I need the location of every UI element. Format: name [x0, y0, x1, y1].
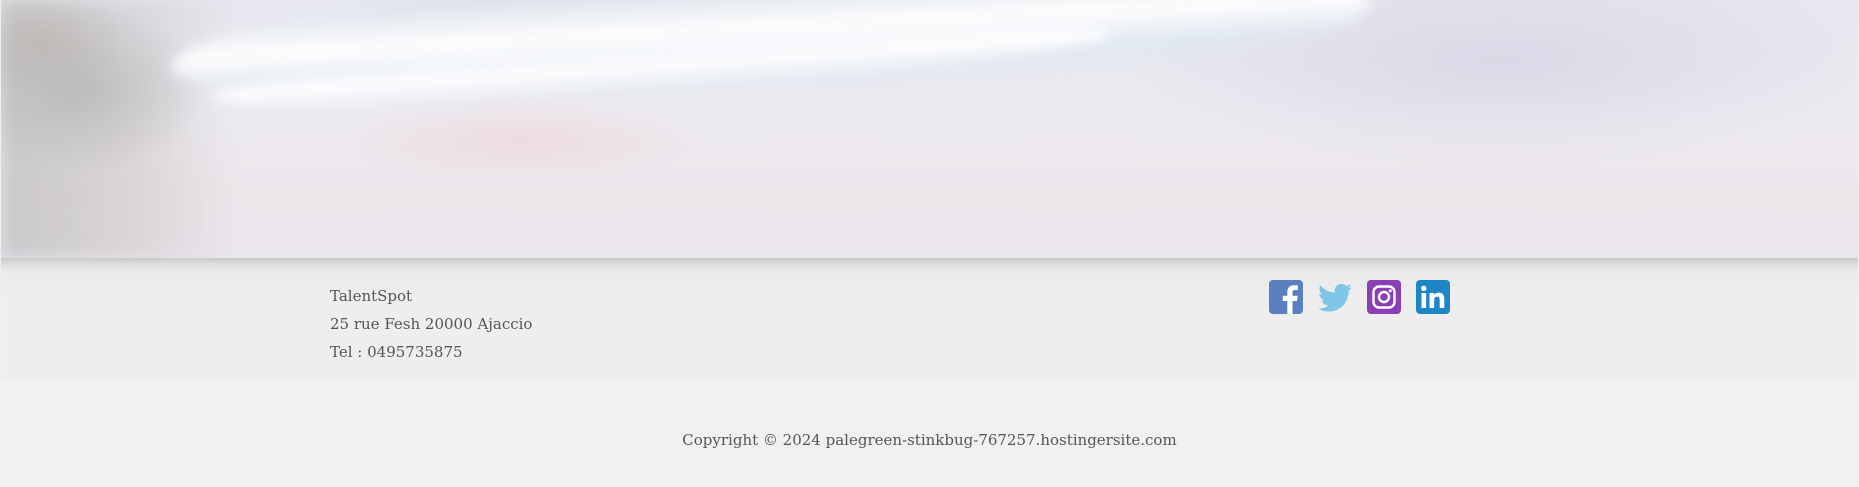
copyright-bar: Copyright © 2024 palegreen-stinkbug-7672…: [1, 381, 1858, 487]
footer-info: TalentSpot 25 rue Fesh 20000 Ajaccio Tel…: [1, 258, 1858, 381]
copyright-text: Copyright © 2024 palegreen-stinkbug-7672…: [682, 431, 1177, 449]
instagram-link[interactable]: [1367, 280, 1401, 314]
social-links: [1269, 280, 1450, 314]
twitter-link[interactable]: [1318, 280, 1352, 314]
twitter-icon: [1318, 283, 1352, 312]
company-name: TalentSpot: [330, 287, 413, 305]
hero-background-image: [1, 0, 1858, 258]
linkedin-icon: [1416, 280, 1450, 314]
facebook-icon: [1269, 280, 1303, 314]
page: TalentSpot 25 rue Fesh 20000 Ajaccio Tel…: [0, 0, 1859, 487]
instagram-icon: [1367, 280, 1401, 314]
hero-image-shadow: [1, 0, 231, 258]
contact-block: TalentSpot 25 rue Fesh 20000 Ajaccio Tel…: [330, 282, 532, 366]
linkedin-link[interactable]: [1416, 280, 1450, 314]
facebook-link[interactable]: [1269, 280, 1303, 314]
company-address: 25 rue Fesh 20000 Ajaccio: [330, 315, 533, 333]
company-phone: Tel : 0495735875: [330, 343, 463, 361]
